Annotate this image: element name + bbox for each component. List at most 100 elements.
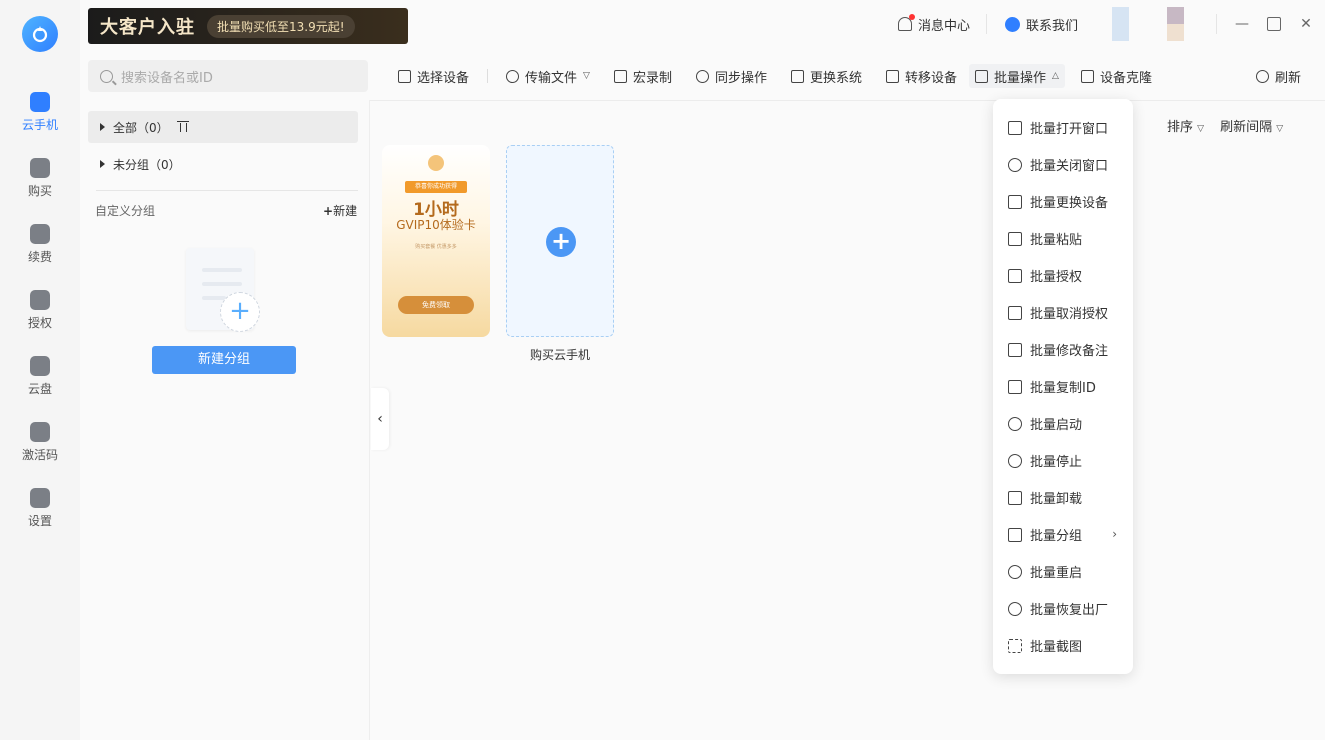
sync-operation-button[interactable]: 同步操作	[690, 64, 773, 88]
menu-item-label: 批量更换设备	[1030, 196, 1109, 211]
gear-icon	[30, 488, 50, 508]
rail-item-cloud-drive[interactable]: 云盘	[0, 356, 80, 397]
chevron-down-icon: ▽	[583, 71, 590, 81]
toolbar: 选择设备 传输文件 ▽ 宏录制 同步操作 更换系统 转移设备 批量操作 △ 设备…	[380, 60, 1325, 92]
app-logo[interactable]	[22, 16, 58, 52]
plus-icon: +	[220, 292, 260, 332]
menu-item-batch-screenshot[interactable]: 批量截图	[993, 627, 1133, 664]
toolbar-label: 转移设备	[905, 70, 958, 86]
group-panel: 全部（0） 未分组（0）	[88, 111, 358, 180]
rail-item-label: 授权	[27, 316, 52, 330]
select-device-button[interactable]: 选择设备	[392, 64, 475, 88]
plus-icon: +	[323, 204, 334, 218]
toolbar-label: 宏录制	[632, 70, 672, 86]
refresh-button[interactable]: 刷新	[1250, 64, 1307, 88]
header-right: 消息中心 联系我们 — ✕	[897, 7, 1325, 41]
menu-item-batch-change-device[interactable]: 批量更换设备	[993, 183, 1133, 220]
menu-item-label: 批量恢复出厂	[1030, 603, 1109, 618]
menu-item-label: 批量停止	[1030, 455, 1083, 470]
contact-us-link[interactable]: 联系我们	[1004, 15, 1078, 34]
menu-item-batch-authorize[interactable]: 批量授权	[993, 257, 1133, 294]
sort-dropdown[interactable]: 排序 ▽	[1167, 116, 1204, 135]
rail-item-purchase[interactable]: 购买	[0, 158, 80, 199]
buy-cloud-phone-card[interactable]: +	[506, 145, 614, 337]
group-all[interactable]: 全部（0）	[88, 111, 358, 143]
copy-icon	[1008, 379, 1022, 394]
filter-icon[interactable]	[176, 121, 189, 133]
menu-item-label: 批量启动	[1030, 418, 1083, 433]
new-group-link[interactable]: +新建	[323, 202, 357, 219]
avatar-swatch	[1112, 7, 1129, 41]
device-clone-button[interactable]: 设备克隆	[1075, 64, 1158, 88]
search-placeholder: 搜索设备名或ID	[121, 70, 213, 86]
banner-title: 大客户入驻	[100, 17, 195, 38]
refresh-label: 刷新	[1274, 70, 1301, 86]
change-system-button[interactable]: 更换系统	[785, 64, 868, 88]
menu-item-batch-factory-reset[interactable]: 批量恢复出厂	[993, 590, 1133, 627]
reset-icon	[1008, 601, 1022, 616]
caret-right-icon	[100, 123, 105, 131]
group-ungrouped[interactable]: 未分组（0）	[88, 148, 358, 180]
window-open-icon	[1008, 120, 1022, 135]
refresh-interval-label: 刷新间隔	[1220, 120, 1273, 135]
refresh-interval-dropdown[interactable]: 刷新间隔 ▽	[1220, 116, 1283, 135]
minimize-icon[interactable]: —	[1235, 17, 1249, 31]
menu-item-batch-restart[interactable]: 批量重启	[993, 553, 1133, 590]
menu-item-batch-stop[interactable]: 批量停止	[993, 442, 1133, 479]
caret-right-icon	[100, 160, 105, 168]
menu-item-batch-close-window[interactable]: 批量关闭窗口	[993, 146, 1133, 183]
search-input[interactable]: 搜索设备名或ID	[88, 60, 368, 92]
transfer-file-button[interactable]: 传输文件 ▽	[500, 64, 596, 88]
transfer-icon	[886, 69, 899, 83]
toolbar-label: 设备克隆	[1099, 70, 1152, 86]
menu-item-batch-unauthorize[interactable]: 批量取消授权	[993, 294, 1133, 331]
menu-item-batch-open-window[interactable]: 批量打开窗口	[993, 109, 1133, 146]
sort-label: 排序	[1167, 120, 1194, 135]
toolbar-label: 更换系统	[809, 70, 862, 86]
close-icon[interactable]: ✕	[1299, 17, 1313, 31]
paper-line	[202, 268, 242, 272]
close-circle-icon	[1008, 157, 1022, 172]
menu-item-batch-edit-note[interactable]: 批量修改备注	[993, 331, 1133, 368]
swap-icon	[1008, 194, 1022, 209]
toolbar-label: 选择设备	[417, 70, 470, 86]
maximize-icon[interactable]	[1267, 17, 1281, 31]
message-center-link[interactable]: 消息中心	[897, 14, 970, 34]
rail-item-renew[interactable]: 续费	[0, 224, 80, 265]
divider	[487, 69, 489, 83]
rail-item-activation-code[interactable]: 激活码	[0, 422, 80, 463]
batch-operation-button[interactable]: 批量操作 △	[969, 64, 1065, 88]
rail-item-label: 云手机	[21, 118, 58, 132]
filter-bar: 排序 ▽ 刷新间隔 ▽	[1140, 116, 1283, 135]
rail-item-cloud-phone[interactable]: 云手机	[0, 92, 80, 133]
trash-icon	[1008, 490, 1022, 505]
rail-item-authorize[interactable]: 授权	[0, 290, 80, 331]
folder-icon	[1008, 527, 1022, 542]
sync-icon	[695, 69, 709, 83]
refresh-icon	[1255, 69, 1269, 83]
collapse-panel-button[interactable]: ‹	[371, 388, 389, 450]
bell-icon	[897, 14, 915, 31]
rail-item-settings[interactable]: 设置	[0, 488, 80, 529]
menu-item-batch-start[interactable]: 批量启动	[993, 405, 1133, 442]
menu-item-label: 批量粘贴	[1030, 233, 1083, 248]
panel-divider	[369, 100, 370, 740]
paper-line	[202, 282, 242, 286]
edit-icon	[1008, 342, 1022, 357]
paper-line	[202, 296, 226, 300]
menu-item-label: 批量重启	[1030, 566, 1083, 581]
menu-item-batch-uninstall[interactable]: 批量卸载	[993, 479, 1133, 516]
macro-record-button[interactable]: 宏录制	[608, 64, 678, 88]
new-group-button[interactable]: 新建分组	[152, 346, 296, 374]
promo-banner[interactable]: 大客户入驻 批量购买低至13.9元起!	[88, 8, 408, 44]
transfer-device-button[interactable]: 转移设备	[880, 64, 963, 88]
claim-free-button[interactable]: 免费领取	[398, 296, 474, 314]
menu-item-label: 批量授权	[1030, 270, 1083, 285]
divider	[985, 14, 987, 34]
rail-item-label: 购买	[27, 184, 52, 198]
menu-item-batch-group[interactable]: 批量分组 ›	[993, 516, 1133, 553]
menu-item-batch-paste[interactable]: 批量粘贴	[993, 220, 1133, 257]
promo-card[interactable]: 恭喜你成功获得 1小时 GVIP10体验卡 购买套餐 优惠多多 免费领取	[382, 145, 490, 337]
left-rail: 云手机 购买 续费 授权 云盘 激活码 设置	[0, 0, 80, 740]
menu-item-batch-copy-id[interactable]: 批量复制ID	[993, 368, 1133, 405]
